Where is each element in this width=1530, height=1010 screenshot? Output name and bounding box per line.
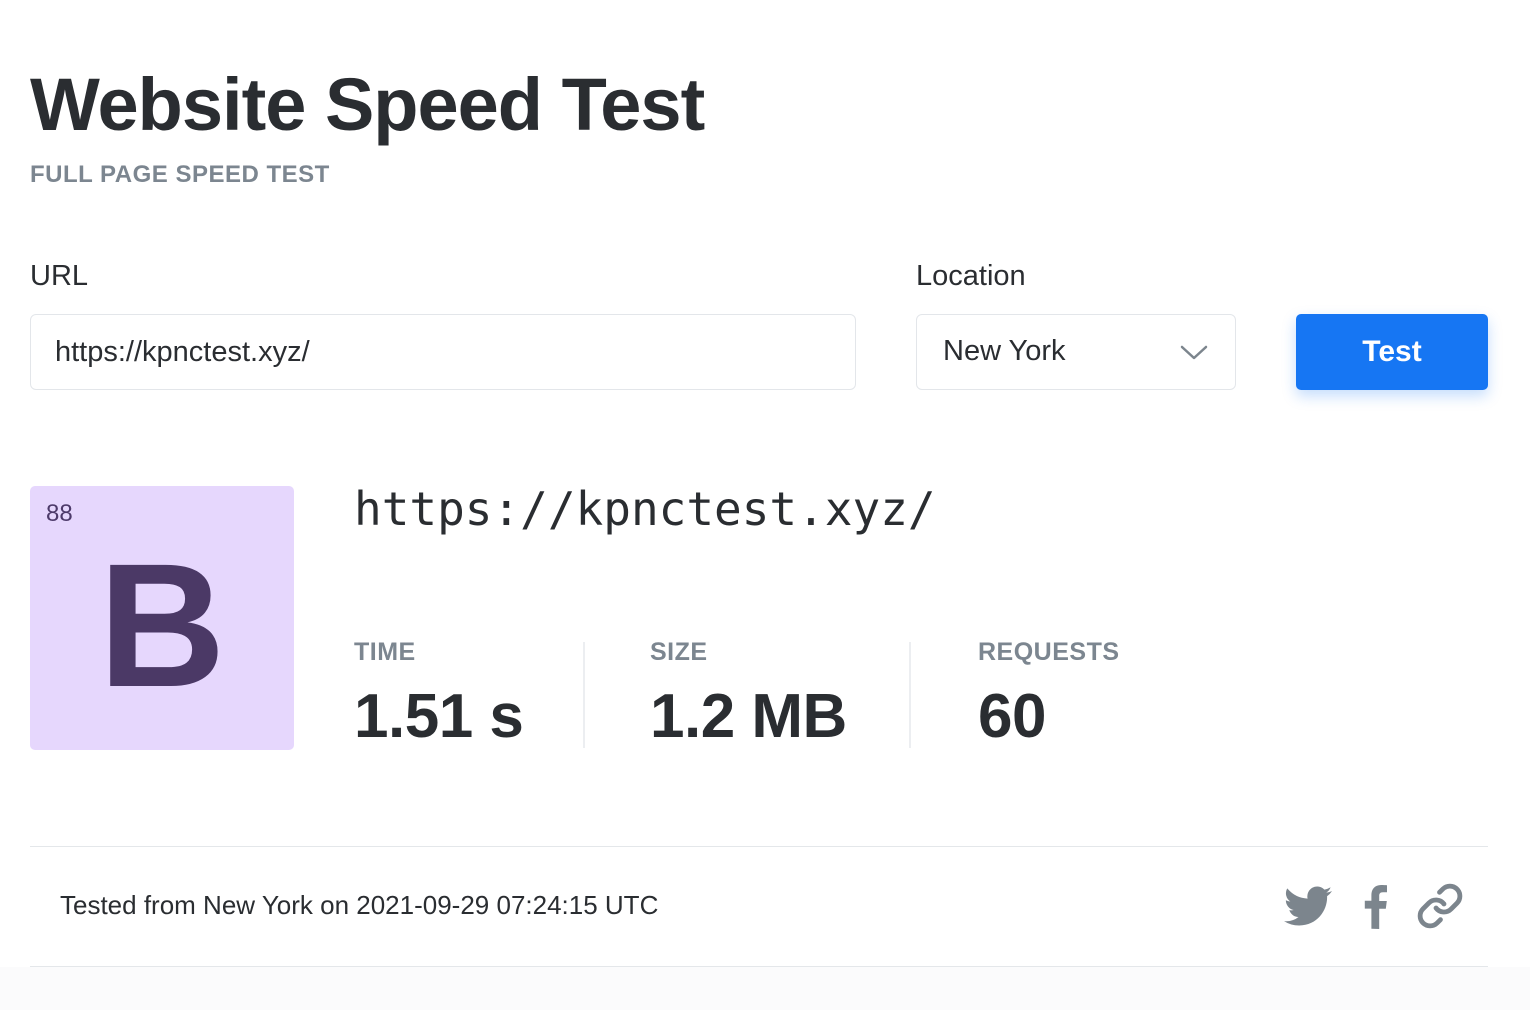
location-select[interactable]: New York [916, 314, 1236, 390]
speed-test-page: Website Speed Test FULL PAGE SPEED TEST … [30, 0, 1488, 1010]
performance-score: 88 [46, 500, 73, 527]
page-subtitle: FULL PAGE SPEED TEST [30, 161, 330, 188]
metric-divider [583, 642, 585, 748]
metric-divider [909, 642, 911, 748]
url-label: URL [30, 260, 89, 292]
metric-time: TIME 1.51 s [354, 638, 524, 752]
location-selected-value: New York [943, 335, 1066, 367]
footer-divider-bottom [30, 966, 1488, 967]
performance-grade: B [98, 528, 226, 724]
metric-size-label: SIZE [650, 638, 708, 666]
metric-requests-value: 60 [978, 682, 1046, 751]
facebook-icon[interactable] [1352, 882, 1400, 930]
page-title: Website Speed Test [30, 63, 705, 146]
metric-size-value: 1.2 MB [650, 682, 847, 751]
metric-requests-label: REQUESTS [978, 638, 1120, 666]
tested-from-text: Tested from New York on 2021-09-29 07:24… [60, 890, 659, 920]
test-button[interactable]: Test [1296, 314, 1488, 390]
twitter-icon[interactable] [1284, 882, 1332, 930]
link-icon[interactable] [1416, 882, 1464, 930]
chevron-down-icon [1180, 345, 1208, 360]
tested-url: https://kpnctest.xyz/ [354, 482, 936, 536]
footer-divider-top [30, 846, 1488, 847]
metric-requests: REQUESTS 60 [978, 638, 1120, 752]
metric-size: SIZE 1.2 MB [650, 638, 847, 752]
metric-time-value: 1.51 s [354, 682, 524, 751]
grade-card: 88 B [30, 486, 294, 750]
location-label: Location [916, 260, 1026, 292]
url-input[interactable] [30, 314, 856, 390]
metric-time-label: TIME [354, 638, 416, 666]
